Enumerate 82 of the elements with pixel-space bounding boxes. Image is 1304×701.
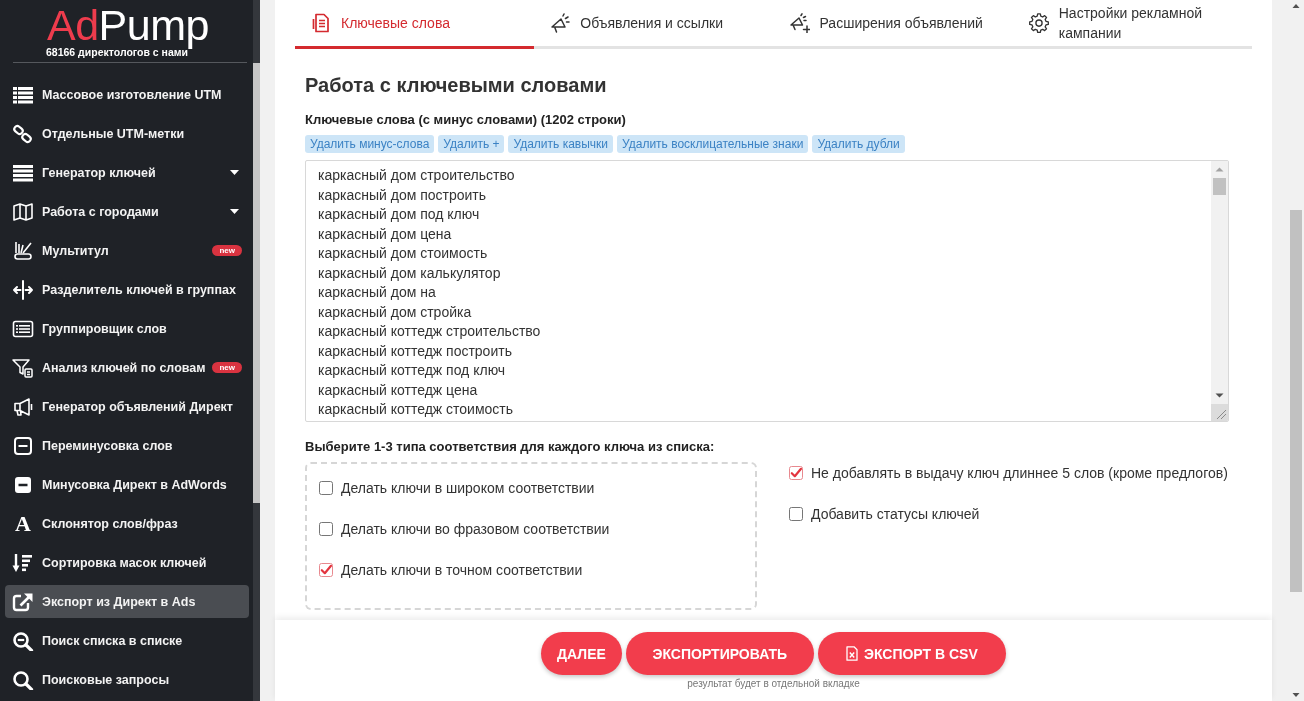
tab[interactable]: Объявления и ссылки [534, 0, 774, 49]
scrollbar[interactable] [253, 0, 260, 701]
action-button[interactable]: ЭКСПОРТИРОВАТЬ [625, 632, 814, 675]
checkbox[interactable] [789, 507, 803, 521]
file-icon [846, 646, 858, 661]
keyword-line: каркасный дом стройка [318, 302, 472, 322]
sidebar-item[interactable]: Отдельные UTM-метки [5, 117, 249, 150]
caret-icon [230, 209, 239, 214]
filter-icon [12, 357, 34, 378]
megaphone-icon [12, 396, 34, 417]
field-label: Выберите 1-3 типа соответствия для каждого ключа из списка: [305, 438, 716, 456]
checkbox-label[interactable]: Делать ключи в широком соответствии [341, 480, 595, 496]
action-button[interactable]: ЭКСПОРТ В CSV [817, 632, 1006, 675]
checkbox-label[interactable]: Не добавлять в выдачу ключ длиннее 5 слов (кроме предлогов) [811, 465, 1228, 481]
caret-icon [230, 170, 239, 175]
list-icon [12, 84, 34, 105]
sidebar-item[interactable]: Экспорт из Директ в Ads [5, 585, 249, 618]
sidebar-item[interactable]: Группировщик слов [5, 312, 249, 345]
sidebar-item[interactable]: Поиск списка в списке [5, 624, 249, 657]
map-icon [12, 201, 34, 222]
zoom-out-icon [12, 630, 34, 651]
keyword-line: каркасный коттедж построить [318, 341, 512, 361]
scrollbar-thumb[interactable] [1213, 178, 1226, 195]
scrollbar-thumb[interactable] [1290, 210, 1302, 592]
checkbox[interactable] [319, 522, 333, 536]
keyword-line: каркасный коттедж стоимость [318, 400, 514, 419]
megaphone-icon [550, 13, 571, 33]
sidebar-item[interactable]: Разделитель ключей в группах [5, 273, 249, 306]
new-badge: new [212, 245, 242, 256]
sort-icon [12, 552, 34, 573]
keyword-line: каркасный дом строительство [318, 166, 515, 185]
keyword-line: каркасный дом калькулятор [318, 263, 501, 283]
font-icon: A [12, 513, 34, 534]
hint-text: результат будет в отдельной вкладке [687, 678, 860, 690]
checkbox-label[interactable]: Добавить статусы ключей [811, 506, 980, 522]
scrollbar-thumb[interactable] [253, 63, 260, 503]
keyword-line: каркасный дом стоимость [318, 244, 488, 263]
sidebar-item[interactable]: A Склонятор слов/фраз [5, 507, 249, 540]
action-button[interactable]: ДАЛЕЕ [541, 632, 622, 675]
field-label: Ключевые слова (с минус словами) (1202 строки) [305, 111, 627, 129]
tab[interactable]: Расширения объявлений [773, 0, 1013, 49]
document-icon [311, 13, 331, 33]
tab[interactable]: Настройки рекламной кампании [1012, 0, 1252, 49]
new-badge: new [212, 362, 242, 373]
megaphone-plus-icon [789, 13, 810, 33]
sidebar-item[interactable]: Переминусовка слов [5, 429, 249, 462]
keyword-line: каркасный коттедж цена [318, 380, 478, 400]
section-title: Работа с ключевыми словами [305, 73, 608, 97]
sidebar-item[interactable]: Мультитул new [5, 234, 249, 267]
keyword-line: каркасный коттедж строительство [318, 322, 541, 341]
sidebar-item[interactable]: Поисковые запросы [5, 663, 249, 696]
bars-icon [12, 162, 34, 183]
keyword-line: каркасный дом на [318, 283, 436, 302]
sidebar-item[interactable]: Генератор объявлений Директ [5, 390, 249, 423]
checkbox[interactable] [319, 481, 333, 495]
keyword-line: каркасный коттедж под ключ [318, 361, 506, 380]
checkbox[interactable] [789, 466, 803, 480]
settings-icon [1028, 13, 1049, 33]
sidebar-item[interactable]: Генератор ключей [5, 156, 249, 189]
sidebar-item[interactable]: Сортировка масок ключей [5, 546, 249, 579]
scrollbar[interactable] [1211, 161, 1228, 421]
sidebar-item[interactable]: Массовое изготовление UTM [5, 78, 249, 111]
split-arrows-icon [12, 279, 34, 300]
keywords-textarea[interactable] [305, 160, 1229, 422]
tools-icon [12, 240, 34, 261]
tab[interactable]: Ключевые слова [295, 0, 535, 49]
keyword-line: каркасный дом цена [318, 224, 452, 244]
resize-grip-icon[interactable] [1211, 404, 1228, 421]
sidebar-item[interactable]: Работа с городами [5, 195, 249, 228]
keyword-line: каркасный дом построить [318, 185, 487, 205]
keyword-line: каркасный дом под ключ [318, 205, 480, 224]
link-icon [12, 123, 34, 144]
external-link-icon [12, 591, 34, 612]
checkbox-label[interactable]: Делать ключи в точном соответствии [341, 562, 583, 578]
sidebar-item[interactable]: Минусовка Директ в AdWords [5, 468, 249, 501]
minus-square-icon [12, 435, 34, 456]
checkbox-label[interactable]: Делать ключи во фразовом соответствии [341, 521, 610, 537]
search-icon [12, 669, 34, 690]
list-box-icon [12, 318, 34, 339]
checkbox[interactable] [319, 563, 333, 577]
sidebar-item[interactable]: Анализ ключей по словам new [5, 351, 249, 384]
tagline: 68166 директологов с нами [45, 46, 189, 59]
